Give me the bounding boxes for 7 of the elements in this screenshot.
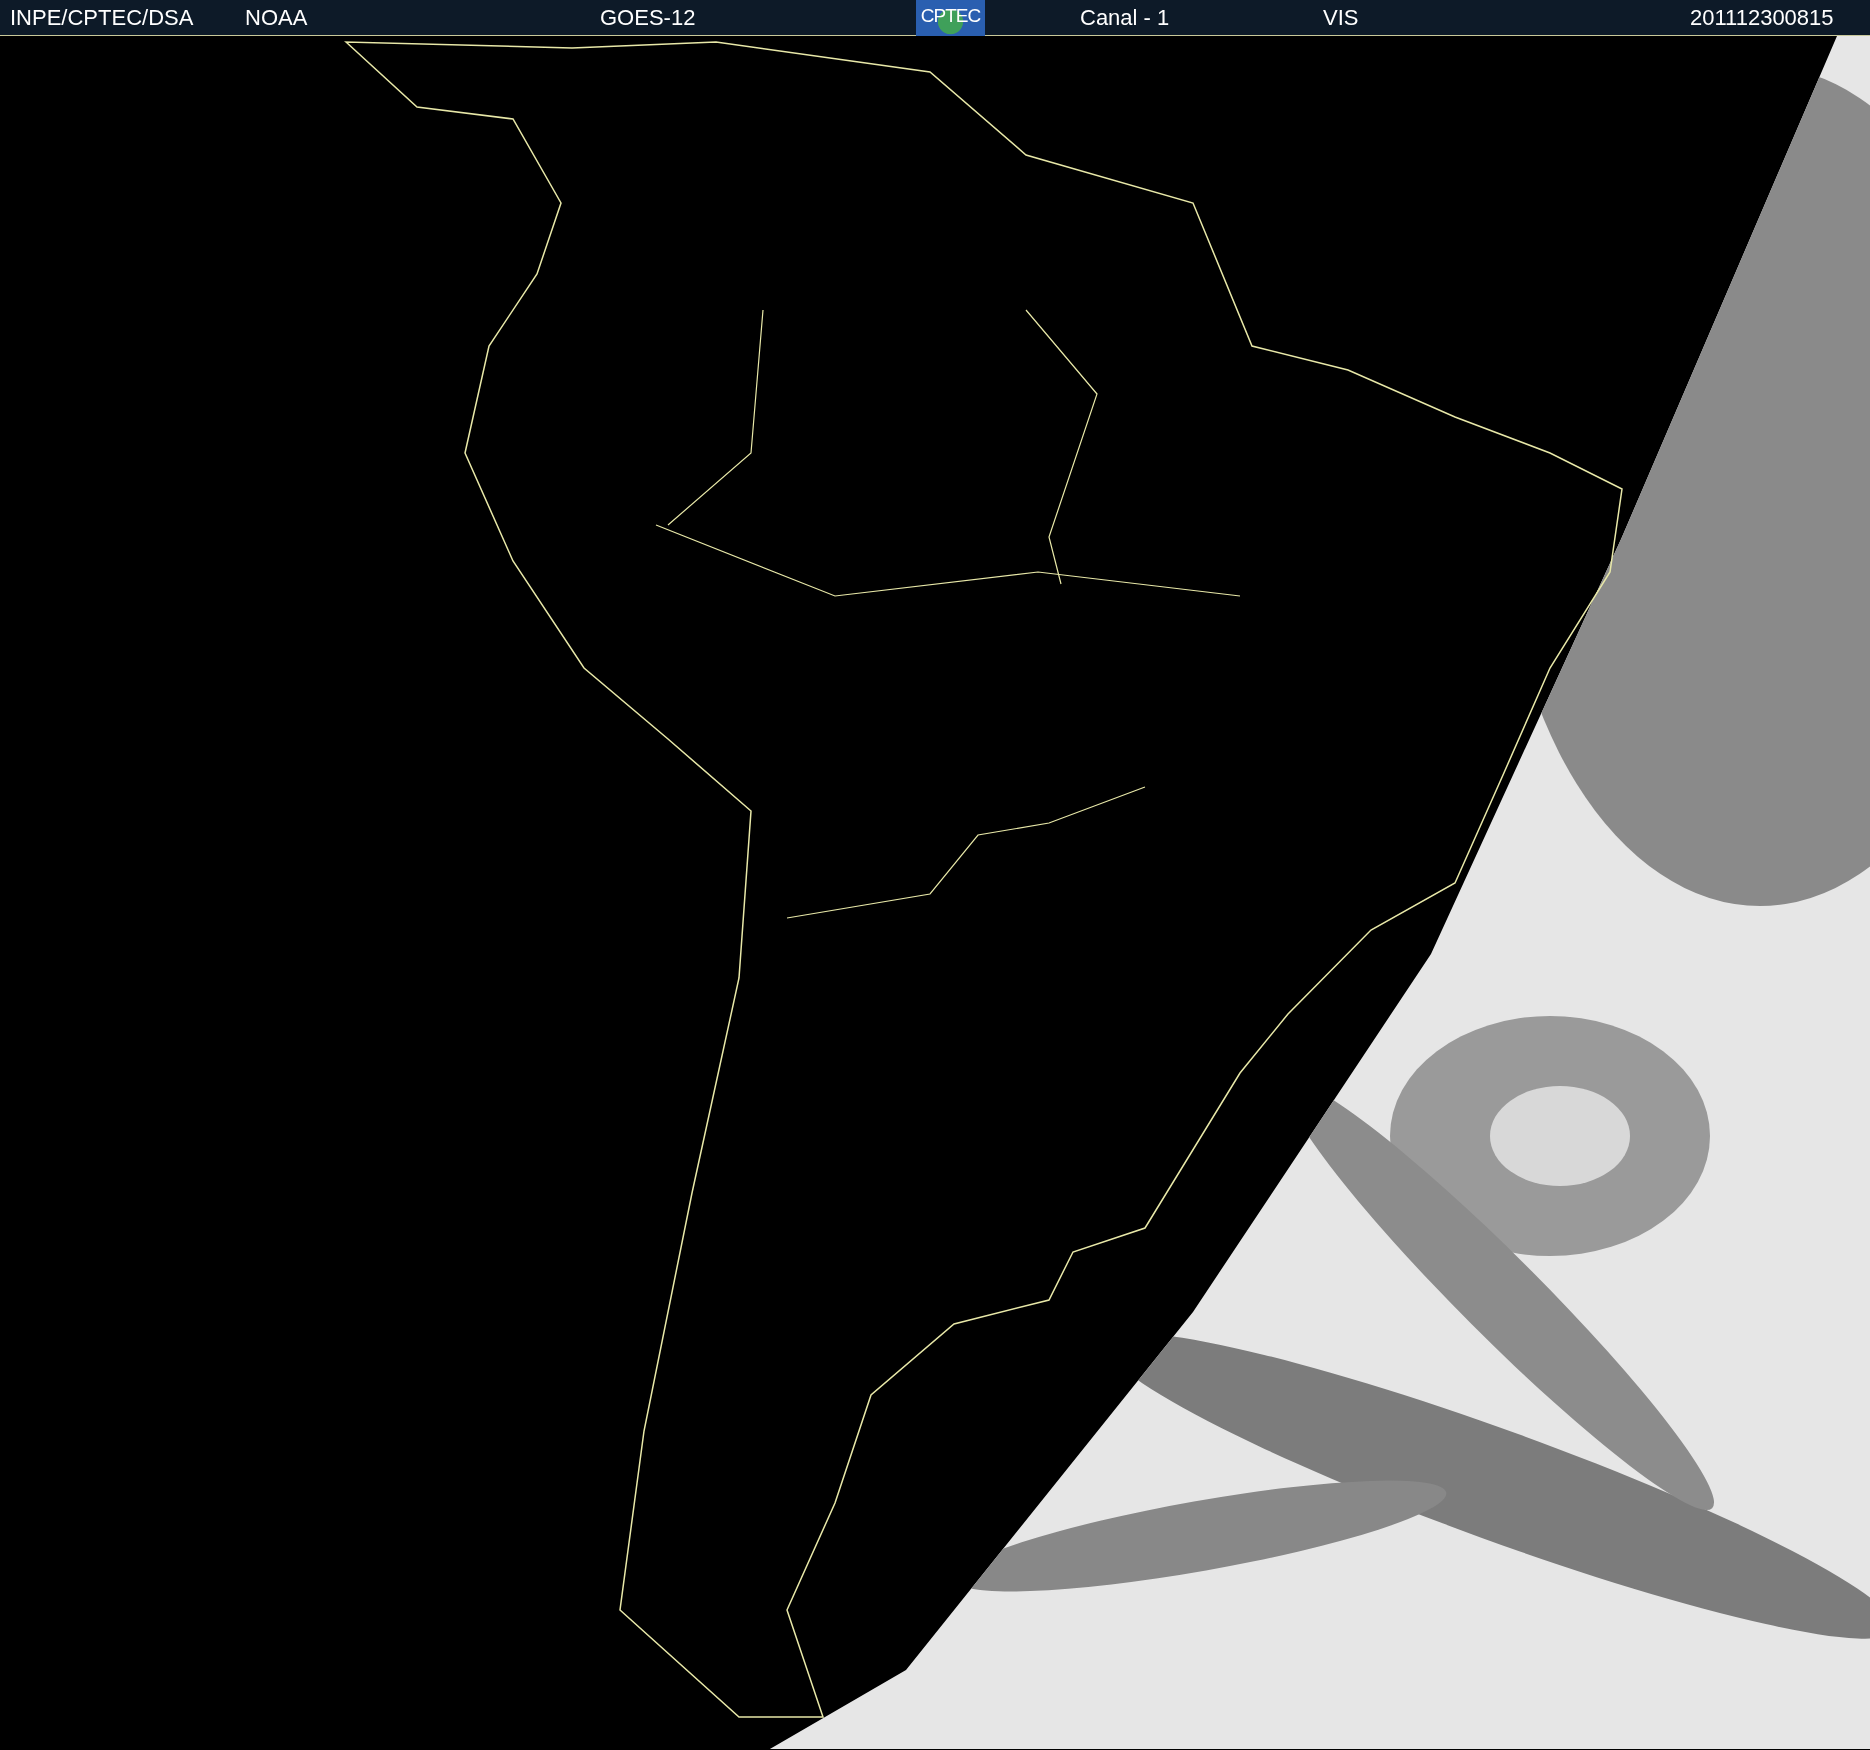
header-label: INPE/CPTEC/DSA — [10, 5, 194, 31]
header-label: VIS — [1323, 5, 1359, 31]
header-label: GOES-12 — [600, 5, 696, 31]
header-label: 201112300815 — [1690, 5, 1834, 31]
header-label: NOAA — [245, 5, 308, 31]
logo: CPTEC — [916, 0, 985, 36]
header-label: Canal - 1 — [1080, 5, 1170, 31]
